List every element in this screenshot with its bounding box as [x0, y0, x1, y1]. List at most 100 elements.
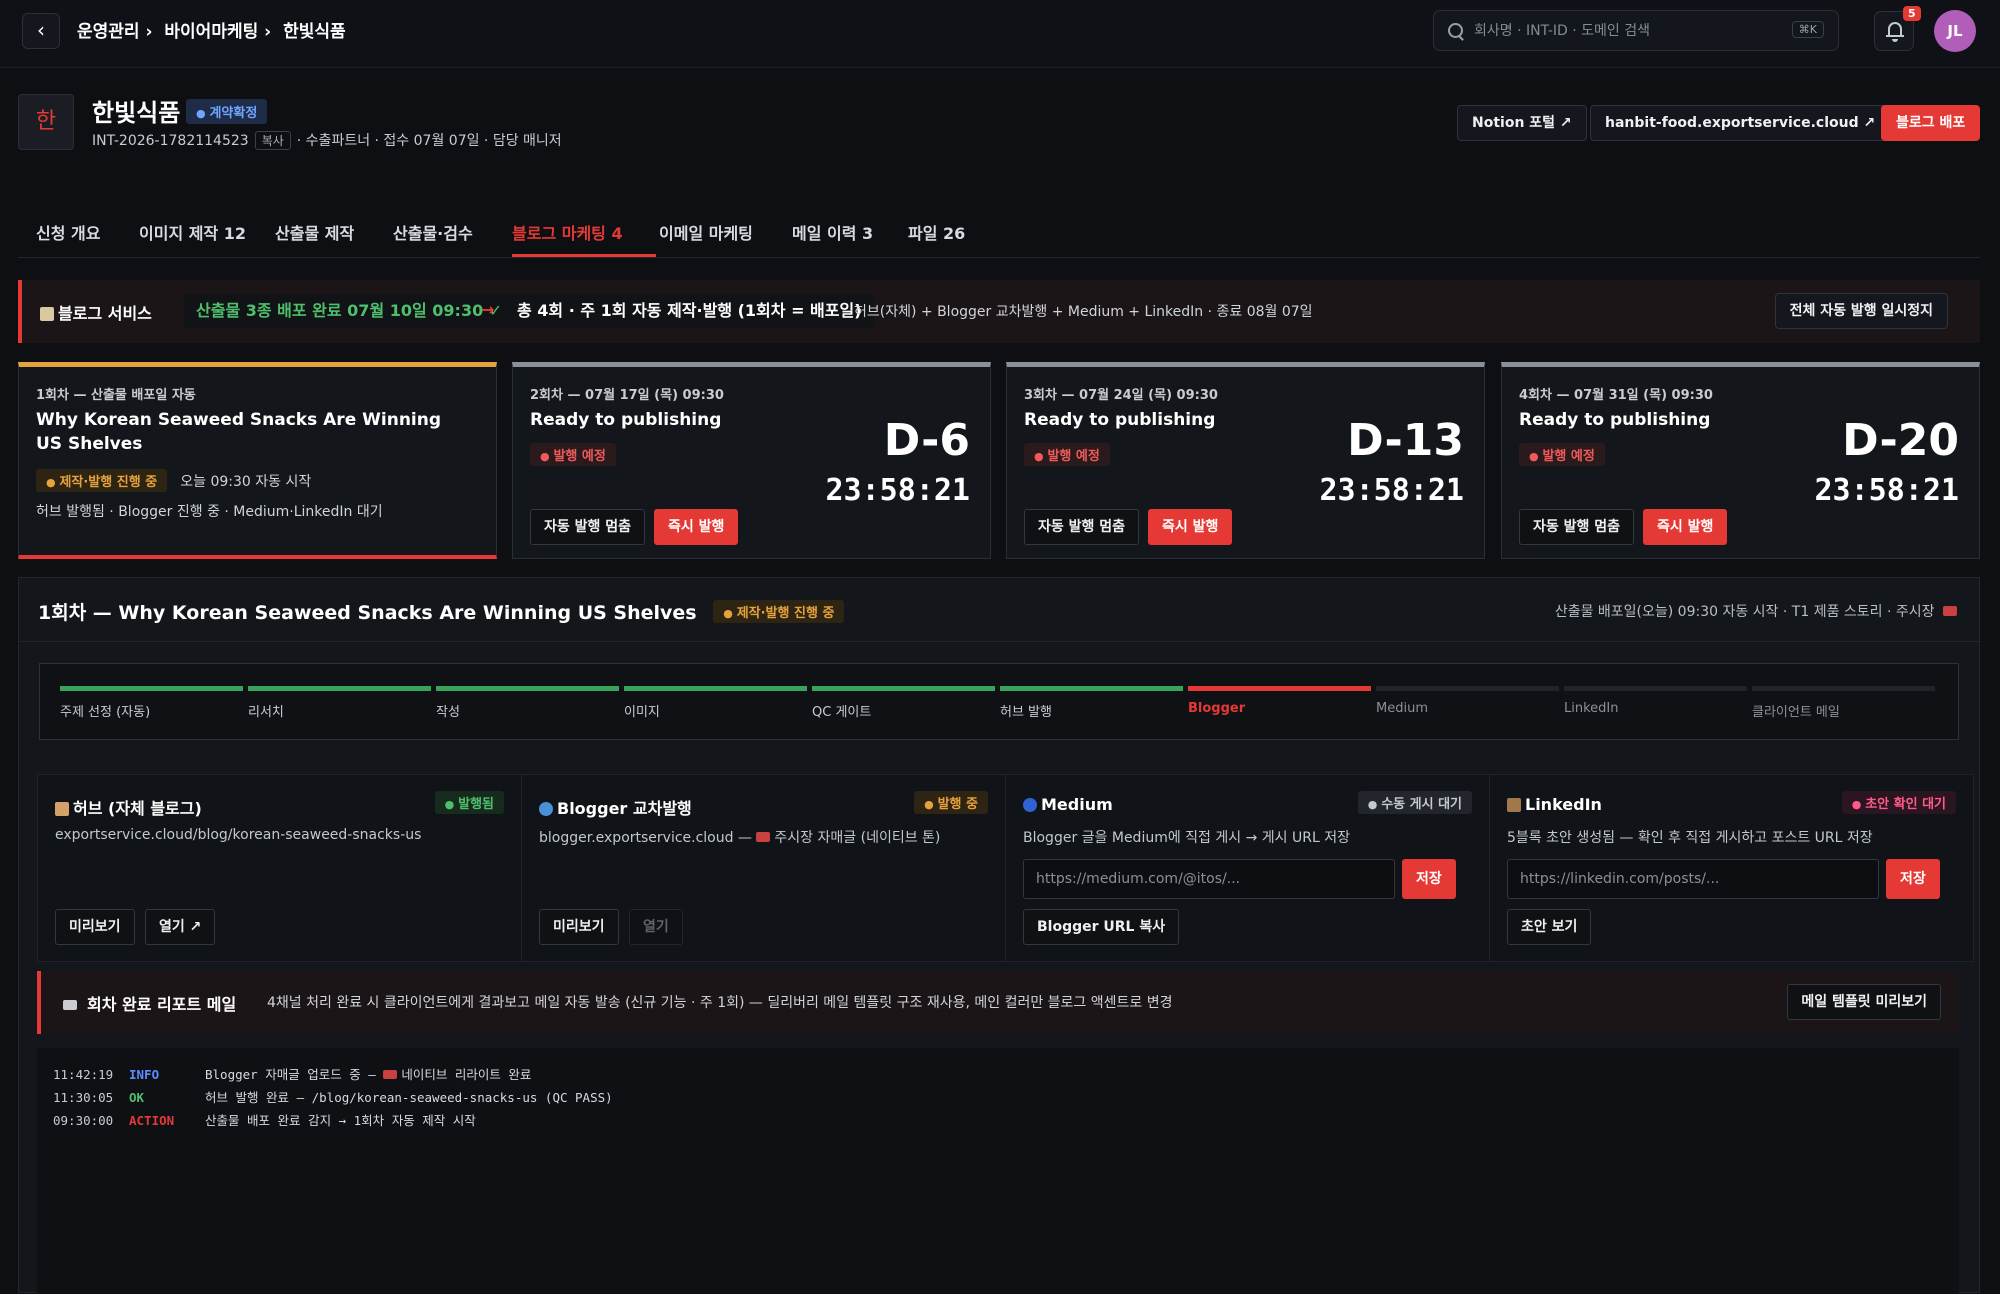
- schedule-summary: 총 4회 · 주 1회 자동 제작·발행 (1회차 = 배포일): [505, 294, 874, 328]
- episode-card-2[interactable]: 2회차 — 07월 17일 (목) 09:30 Ready to publish…: [512, 362, 991, 559]
- start-time: 오늘 09:30 자동 시작: [180, 474, 312, 490]
- publish-now-button[interactable]: 즉시 발행: [1643, 509, 1728, 545]
- episode-card-3[interactable]: 3회차 — 07월 24일 (목) 09:30 Ready to publish…: [1006, 362, 1485, 559]
- company-logo: 한: [18, 94, 74, 150]
- search-icon: [1448, 23, 1463, 38]
- log-entry: 11:42:19 INFO Blogger 자매글 업로드 중 — 네이티브 리라이…: [53, 1067, 532, 1082]
- channel-description: 5블록 초안 생성됨 — 확인 후 직접 게시하고 포스트 URL 저장: [1507, 830, 1873, 846]
- tab-bar: 신청 개요 이미지 제작 12 산출물 제작 산출물·검수 블로그 마케팅 4 …: [18, 210, 1980, 258]
- open-link-button-disabled: 열기: [629, 909, 683, 945]
- arrow-icon: →: [481, 300, 495, 319]
- pipeline-stage-active: Blogger: [1188, 686, 1371, 716]
- open-link-button[interactable]: 열기 ↗: [145, 909, 216, 945]
- episode-label: 3회차 — 07월 24일 (목) 09:30: [1024, 388, 1218, 403]
- pipeline-stage: 이미지: [624, 686, 807, 720]
- stop-auto-publish-button[interactable]: 자동 발행 멈춤: [1024, 509, 1140, 545]
- status-badge: 발행 중: [914, 791, 988, 814]
- briefcase-icon: [1507, 798, 1521, 812]
- globe-icon: [539, 802, 553, 816]
- status-badge: 제작·발행 진행 중: [36, 469, 168, 492]
- channel-name: LinkedIn: [1507, 795, 1602, 814]
- preview-button[interactable]: 미리보기: [539, 909, 619, 945]
- copy-id-button[interactable]: 복사: [254, 131, 291, 150]
- meta-text: · 수출파트너 · 접수 07월 07일 · 담당 매니저: [296, 133, 562, 149]
- blog-service-banner: 블로그 서비스 산출물 3종 배포 완료 07월 10일 09:30 ✓ → 총…: [18, 280, 1980, 343]
- pipeline-stage: 작성: [436, 686, 619, 720]
- report-mail-banner: 회차 완료 리포트 메일 4채널 처리 완료 시 클라이언트에게 결과보고 메일…: [37, 971, 1959, 1034]
- d-day: D-20: [1842, 415, 1959, 466]
- episode-label: 1회차 — 산출물 배포일 자동: [36, 388, 196, 403]
- notifications-button[interactable]: 5: [1874, 6, 1921, 51]
- episode-detail-panel: 1회차 — Why Korean Seaweed Snacks Are Winn…: [18, 577, 1980, 1294]
- breadcrumb: 운영관리 › 바이어마케팅 › 한빛식품: [77, 17, 352, 42]
- preview-button[interactable]: 미리보기: [55, 909, 135, 945]
- tab-mail-history[interactable]: 메일 이력 3: [792, 220, 873, 244]
- channel-name: Medium: [1023, 795, 1113, 814]
- save-button[interactable]: 저장: [1886, 859, 1940, 899]
- report-description: 4채널 처리 완료 시 클라이언트에게 결과보고 메일 자동 발송 (신규 기능…: [267, 995, 1173, 1011]
- pipeline-stage: LinkedIn: [1564, 686, 1747, 716]
- copy-blogger-url-button[interactable]: Blogger URL 복사: [1023, 909, 1180, 945]
- breadcrumb-item[interactable]: 운영관리 ›: [77, 22, 152, 42]
- tab-images[interactable]: 이미지 제작 12: [139, 220, 246, 244]
- channel-card-blogger: Blogger 교차발행 발행 중 blogger.exportservice.…: [521, 774, 1006, 962]
- view-draft-button[interactable]: 초안 보기: [1507, 909, 1592, 945]
- pipeline-stage: 클라이언트 메일: [1752, 686, 1935, 720]
- breadcrumb-item[interactable]: 바이어마케팅 ›: [164, 22, 271, 42]
- pipeline-stage: 허브 발행: [1000, 686, 1183, 720]
- channel-url[interactable]: blogger.exportservice.cloud — 주시장 자매글 (네…: [539, 827, 940, 847]
- countdown: 23:58:21: [1319, 473, 1465, 508]
- channel-summary: 허브(자체) + Blogger 교차발행 + Medium + LinkedI…: [854, 304, 1313, 320]
- tab-email-marketing[interactable]: 이메일 마케팅: [659, 220, 753, 244]
- tab-deliverable-production[interactable]: 산출물 제작: [275, 220, 354, 244]
- search-box[interactable]: ⌘K: [1433, 10, 1839, 51]
- publish-now-button[interactable]: 즉시 발행: [1148, 509, 1233, 545]
- avatar[interactable]: JL: [1934, 10, 1976, 52]
- notion-portal-button[interactable]: Notion 포털 ↗: [1457, 105, 1587, 141]
- tab-files[interactable]: 파일 26: [908, 220, 965, 244]
- tab-deliverable-review[interactable]: 산출물·검수: [393, 220, 473, 244]
- notification-badge: 5: [1903, 6, 1921, 21]
- tab-blog-marketing[interactable]: 블로그 마케팅 4: [512, 220, 623, 244]
- search-shortcut: ⌘K: [1791, 21, 1824, 38]
- report-title: 회차 완료 리포트 메일: [63, 991, 236, 1015]
- medium-icon: [1023, 798, 1037, 812]
- deliverable-status: 산출물 3종 배포 완료 07월 10일 09:30 ✓: [184, 294, 515, 328]
- episode-card-1[interactable]: 1회차 — 산출물 배포일 자동 Why Korean Seaweed Snac…: [18, 362, 497, 559]
- log-entry: 09:30:00 ACTION 산출물 배포 완료 감지 → 1회차 자동 제작 시…: [53, 1113, 476, 1128]
- mail-template-preview-button[interactable]: 메일 템플릿 미리보기: [1787, 984, 1941, 1020]
- d-day: D-13: [1347, 415, 1464, 466]
- pipeline-stage: 리서치: [248, 686, 431, 720]
- status-badge: 수동 게시 대기: [1357, 791, 1472, 814]
- search-input[interactable]: [1474, 19, 1774, 43]
- detail-header: 1회차 — Why Korean Seaweed Snacks Are Winn…: [19, 578, 1979, 642]
- d-day: D-6: [883, 415, 970, 466]
- site-link-button[interactable]: hanbit-food.exportservice.cloud ↗: [1590, 105, 1891, 141]
- channel-url[interactable]: exportservice.cloud/blog/korean-seaweed-…: [55, 827, 421, 843]
- save-button[interactable]: 저장: [1402, 859, 1456, 899]
- publish-now-button[interactable]: 즉시 발행: [654, 509, 739, 545]
- pipeline-tracker: 주제 선정 (자동) 리서치 작성 이미지 QC 게이트 허브 발행 Blogg…: [39, 663, 1959, 740]
- stop-auto-publish-button[interactable]: 자동 발행 멈춤: [530, 509, 646, 545]
- channel-card-hub: 허브 (자체 블로그) 발행됨 exportservice.cloud/blog…: [37, 774, 522, 962]
- episode-card-4[interactable]: 4회차 — 07월 31일 (목) 09:30 Ready to publish…: [1501, 362, 1980, 559]
- status-badge: 발행 예정: [1024, 443, 1110, 466]
- medium-url-input[interactable]: [1023, 859, 1395, 899]
- channel-name: 허브 (자체 블로그): [55, 795, 202, 819]
- intake-id: INT-2026-1782114523: [92, 133, 249, 149]
- blog-deploy-button[interactable]: 블로그 배포: [1881, 105, 1980, 141]
- linkedin-url-input[interactable]: [1507, 859, 1879, 899]
- detail-info: 산출물 배포일(오늘) 09:30 자동 시작 · T1 제품 스토리 · 주시…: [1555, 601, 1961, 621]
- pause-all-button[interactable]: 전체 자동 발행 일시정지: [1774, 293, 1948, 329]
- countdown: 23:58:21: [825, 473, 971, 508]
- stop-auto-publish-button[interactable]: 자동 발행 멈춤: [1519, 509, 1635, 545]
- pipeline-stage: 주제 선정 (자동): [60, 686, 243, 720]
- back-button[interactable]: ‹: [22, 13, 60, 49]
- breadcrumb-current: 한빛식품: [283, 22, 346, 42]
- activity-log: 11:42:19 INFO Blogger 자매글 업로드 중 — 네이티브 리라이…: [37, 1048, 1959, 1294]
- status-badge: 발행 예정: [1519, 443, 1605, 466]
- tab-overview[interactable]: 신청 개요: [36, 220, 100, 244]
- pipeline-stage: Medium: [1376, 686, 1559, 716]
- status-badge: 발행됨: [434, 791, 504, 814]
- episode-title: Why Korean Seaweed Snacks Are Winning US…: [36, 410, 442, 454]
